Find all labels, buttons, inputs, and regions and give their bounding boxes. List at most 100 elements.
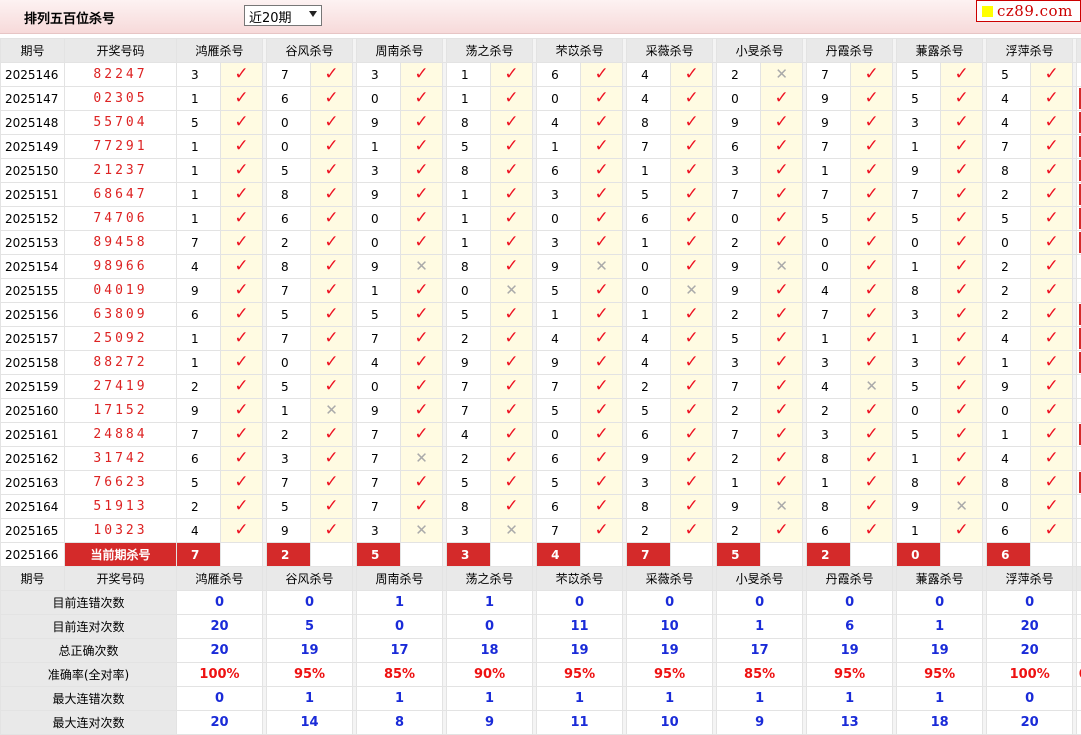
draw-number: 21237 xyxy=(64,158,177,183)
check-cell: ✓ xyxy=(400,182,444,207)
check-icon: ✓ xyxy=(594,400,609,420)
check-cell: ✓ xyxy=(490,326,534,351)
check-cell: ✓ xyxy=(670,398,714,423)
issue-number: 2025159 xyxy=(0,374,65,399)
check-icon: ✓ xyxy=(414,160,429,180)
kill-number: 1 xyxy=(806,158,852,183)
kill-number: 7 xyxy=(716,374,762,399)
current-empty-cell xyxy=(400,542,444,567)
kill-number: 2 xyxy=(266,422,312,447)
check-cell: ✓ xyxy=(1030,182,1074,207)
site-logo[interactable]: cz89.com xyxy=(976,0,1081,22)
summary-value: 19 xyxy=(266,638,354,663)
check-cell: ✓ xyxy=(850,134,894,159)
check-icon: ✓ xyxy=(234,208,249,228)
issue-number: 2025161 xyxy=(0,422,65,447)
summary-label: 目前连对次数 xyxy=(0,614,177,639)
kill-number: 0 xyxy=(986,230,1032,255)
kill-number: 8 xyxy=(266,254,312,279)
kill-number: 6 xyxy=(536,158,582,183)
summary-value: 18 xyxy=(896,710,984,735)
check-icon: ✓ xyxy=(594,160,609,180)
row-stat: 8 xyxy=(1076,518,1081,543)
kill-number: 2 xyxy=(266,230,312,255)
check-icon: ✓ xyxy=(684,112,699,132)
kill-number: 1 xyxy=(896,518,942,543)
kill-number: 2 xyxy=(626,374,672,399)
check-icon: ✓ xyxy=(954,352,969,372)
period-select[interactable]: 近20期 xyxy=(244,5,322,26)
check-cell: ✓ xyxy=(850,86,894,111)
check-cell: ✓ xyxy=(940,86,984,111)
kill-number: 8 xyxy=(896,470,942,495)
check-cell: ✓ xyxy=(670,302,714,327)
check-cell: ✓ xyxy=(490,206,534,231)
kill-number: 1 xyxy=(446,182,492,207)
check-icon: ✓ xyxy=(1044,136,1059,156)
check-icon: ✓ xyxy=(324,160,339,180)
check-cell: ✓ xyxy=(670,230,714,255)
kill-number: 3 xyxy=(536,230,582,255)
header-expert: 芣苡杀号 xyxy=(536,566,624,591)
kill-number: 5 xyxy=(896,86,942,111)
check-cell: ✓ xyxy=(219,302,264,327)
check-icon: ✓ xyxy=(504,136,519,156)
check-icon: ✓ xyxy=(684,352,699,372)
kill-number: 9 xyxy=(896,158,942,183)
draw-number: 02305 xyxy=(64,86,177,111)
check-icon: ✓ xyxy=(414,328,429,348)
kill-number: 6 xyxy=(986,518,1032,543)
check-cell: ✓ xyxy=(310,326,354,351)
check-cell: ✓ xyxy=(1030,278,1074,303)
check-icon: ✓ xyxy=(774,232,789,252)
summary-value: 17 xyxy=(716,638,804,663)
period-select-value: 近20期 xyxy=(249,11,292,26)
draw-number: 25092 xyxy=(64,326,177,351)
check-icon: ✓ xyxy=(414,232,429,252)
summary-value: 85% xyxy=(356,662,444,687)
row-stat: 全对 xyxy=(1076,182,1081,207)
check-icon: ✓ xyxy=(504,400,519,420)
kill-number: 2 xyxy=(806,398,852,423)
summary-value: 11 xyxy=(536,710,624,735)
row-stat: 全对 xyxy=(1076,134,1081,159)
summary-value: 20 xyxy=(986,614,1074,639)
kill-number: 0 xyxy=(806,230,852,255)
summary-value: 85% xyxy=(716,662,804,687)
kill-number: 1 xyxy=(176,182,221,207)
current-empty-cell xyxy=(940,542,984,567)
current-kill-number: 6 xyxy=(986,542,1032,567)
kill-number: 0 xyxy=(356,230,402,255)
row-stat: 全对 xyxy=(1076,86,1081,111)
kill-number: 2 xyxy=(986,278,1032,303)
kill-number: 1 xyxy=(446,206,492,231)
check-icon: ✓ xyxy=(864,232,879,252)
check-icon: ✓ xyxy=(234,112,249,132)
kill-number: 4 xyxy=(986,446,1032,471)
kill-number: 1 xyxy=(176,134,221,159)
check-icon: ✓ xyxy=(864,64,879,84)
check-icon: ✓ xyxy=(324,208,339,228)
kill-number: 0 xyxy=(896,398,942,423)
header-expert: 丹霞杀号 xyxy=(806,38,894,63)
summary-row: 准确率(全对率) 100% 95% 85% 90% 95% 95% 85% 95% 95% 100%… xyxy=(0,662,1081,687)
row-stat: 8 xyxy=(1076,494,1081,519)
table-row: 2025160171529✓1✕9✓7✓5✓5✓2✓2✓0✓0✓9 xyxy=(0,398,1081,423)
header-expert: 周南杀号 xyxy=(356,38,444,63)
kill-number: 0 xyxy=(536,422,582,447)
summary-value: 95% xyxy=(536,662,624,687)
cross-icon: ✕ xyxy=(865,377,878,395)
check-cell: ✓ xyxy=(1030,326,1074,351)
kill-number: 3 xyxy=(806,350,852,375)
check-icon: ✓ xyxy=(774,184,789,204)
summary-value: 1 xyxy=(716,686,804,711)
check-icon: ✓ xyxy=(234,400,249,420)
kill-number: 9 xyxy=(176,398,221,423)
check-cell: ✓ xyxy=(940,110,984,135)
check-cell: ✓ xyxy=(670,110,714,135)
check-cell: ✓ xyxy=(580,518,624,543)
check-cell: ✓ xyxy=(310,86,354,111)
kill-number: 8 xyxy=(446,254,492,279)
logo-square-icon xyxy=(982,5,993,17)
cross-icon: ✕ xyxy=(325,401,338,419)
